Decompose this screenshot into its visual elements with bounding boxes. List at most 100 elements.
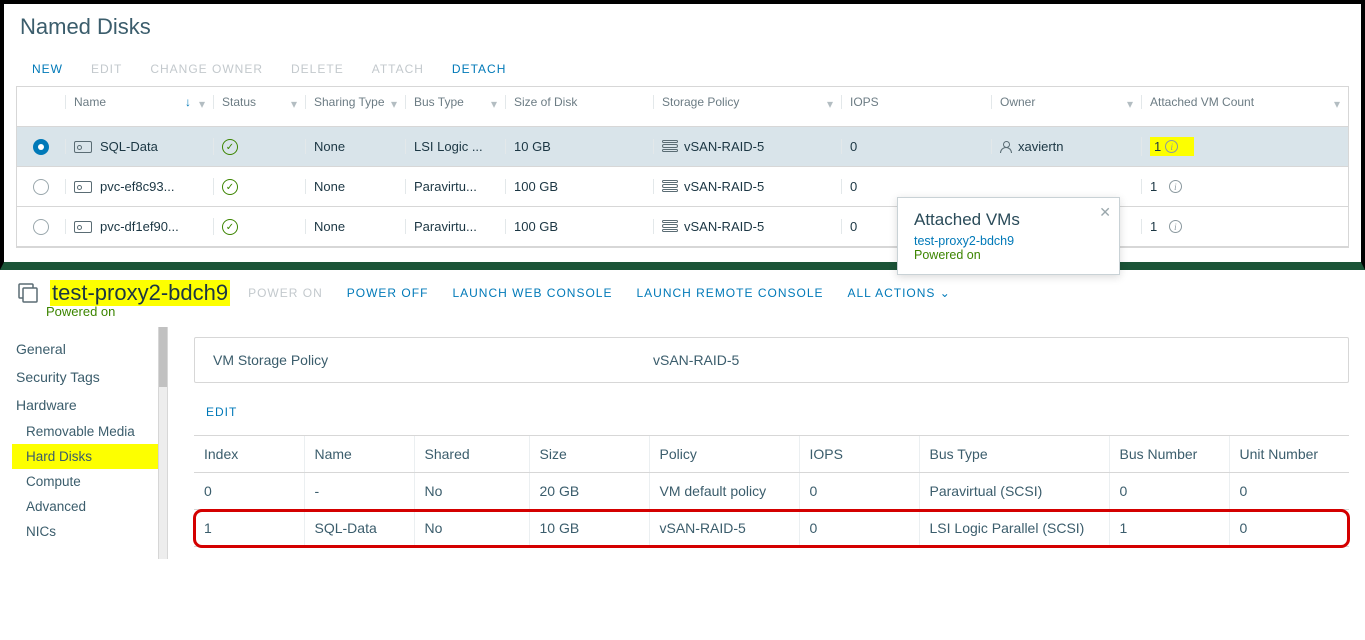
cell-index: 1: [194, 510, 304, 547]
cell-size: 10 GB: [514, 139, 551, 154]
cell-size: 100 GB: [514, 219, 558, 234]
popover-vm-link[interactable]: test-proxy2-bdch9: [914, 234, 1103, 248]
col-owner[interactable]: Owner: [1000, 95, 1035, 109]
named-disks-panel: Named Disks NEW EDIT CHANGE OWNER DELETE…: [0, 0, 1365, 270]
col-unit[interactable]: Unit Number: [1229, 436, 1349, 473]
filter-icon[interactable]: ▾: [1127, 97, 1133, 111]
edit-button[interactable]: EDIT: [194, 383, 243, 435]
info-icon[interactable]: i: [1169, 220, 1182, 233]
vm-main: VM Storage Policy vSAN-RAID-5 EDIT Index…: [168, 327, 1365, 559]
filter-icon[interactable]: ▾: [199, 97, 205, 111]
cell-sharing: None: [314, 219, 345, 234]
popover-vm-state: Powered on: [914, 248, 1103, 262]
table-row[interactable]: SQL-Data ✓ None LSI Logic ... 10 GB vSAN…: [17, 127, 1348, 167]
col-shared[interactable]: Shared: [414, 436, 529, 473]
row-radio[interactable]: [33, 139, 49, 155]
detach-button[interactable]: DETACH: [452, 62, 506, 76]
action-bar: NEW EDIT CHANGE OWNER DELETE ATTACH DETA…: [4, 46, 1361, 86]
hd-row[interactable]: 1 SQL-Data No 10 GB vSAN-RAID-5 0 LSI Lo…: [194, 510, 1349, 547]
cell-policy: vSAN-RAID-5: [684, 179, 764, 194]
col-status[interactable]: Status: [222, 95, 256, 109]
panel-title: Named Disks: [4, 4, 1361, 46]
col-index[interactable]: Index: [194, 436, 304, 473]
col-name[interactable]: Name: [304, 436, 414, 473]
filter-icon[interactable]: ▾: [491, 97, 497, 111]
col-policy[interactable]: Policy: [649, 436, 799, 473]
vm-panel: test-proxy2-bdch9 POWER ON POWER OFF LAU…: [0, 270, 1365, 559]
vm-title: test-proxy2-bdch9: [50, 280, 230, 306]
cell-policy: vSAN-RAID-5: [684, 219, 764, 234]
col-sharing[interactable]: Sharing Type: [314, 95, 385, 109]
sidebar-item-nics[interactable]: NICs: [12, 519, 167, 544]
cell-policy: VM default policy: [649, 473, 799, 510]
col-busnum[interactable]: Bus Number: [1109, 436, 1229, 473]
filter-icon[interactable]: ▾: [291, 97, 297, 111]
info-icon[interactable]: i: [1165, 140, 1178, 153]
disk-icon: [74, 141, 92, 153]
new-button[interactable]: NEW: [32, 62, 63, 76]
power-on-button: POWER ON: [248, 286, 323, 300]
col-bus[interactable]: Bus Type: [414, 95, 464, 109]
chevron-down-icon: ⌄: [940, 286, 951, 300]
filter-icon[interactable]: ▾: [391, 97, 397, 111]
cell-name: pvc-df1ef90...: [100, 219, 179, 234]
sidebar-item-advanced[interactable]: Advanced: [12, 494, 167, 519]
cell-iops: 0: [850, 179, 857, 194]
power-off-button[interactable]: POWER OFF: [347, 286, 429, 300]
row-radio[interactable]: [33, 179, 49, 195]
delete-button: DELETE: [291, 62, 344, 76]
col-iops[interactable]: IOPS: [799, 436, 919, 473]
close-icon[interactable]: ✕: [1099, 204, 1111, 221]
hard-disks-table: Index Name Shared Size Policy IOPS Bus T…: [194, 435, 1349, 547]
vm-power-state: Powered on: [0, 304, 1365, 319]
sidebar-item-general[interactable]: General: [12, 335, 167, 363]
cell-shared: No: [414, 510, 529, 547]
launch-web-console-button[interactable]: LAUNCH WEB CONSOLE: [452, 286, 612, 300]
table-row[interactable]: pvc-ef8c93... ✓ None Paravirtu... 100 GB…: [17, 167, 1348, 207]
sidebar-item-compute[interactable]: Compute: [12, 469, 167, 494]
cell-size: 10 GB: [529, 510, 649, 547]
all-actions-button[interactable]: ALL ACTIONS ⌄: [848, 286, 951, 300]
col-name[interactable]: Name: [74, 95, 106, 109]
table-row[interactable]: pvc-df1ef90... ✓ None Paravirtu... 100 G…: [17, 207, 1348, 247]
cell-unit: 0: [1229, 473, 1349, 510]
cell-size: 100 GB: [514, 179, 558, 194]
cell-busnum: 1: [1109, 510, 1229, 547]
col-size[interactable]: Size of Disk: [514, 95, 577, 109]
edit-button: EDIT: [91, 62, 122, 76]
cell-iops: 0: [850, 219, 857, 234]
status-ok-icon: ✓: [222, 139, 238, 155]
cell-index: 0: [194, 473, 304, 510]
status-ok-icon: ✓: [222, 179, 238, 195]
info-icon[interactable]: i: [1169, 180, 1182, 193]
sidebar-item-hard-disks[interactable]: Hard Disks: [12, 444, 167, 469]
cell-iops: 0: [799, 510, 919, 547]
cell-bus: Paravirtu...: [414, 179, 477, 194]
vm-body: General Security Tags Hardware Removable…: [0, 327, 1365, 559]
row-radio[interactable]: [33, 219, 49, 235]
col-attached[interactable]: Attached VM Count: [1150, 95, 1254, 109]
hd-header-row: Index Name Shared Size Policy IOPS Bus T…: [194, 436, 1349, 473]
popover-title: Attached VMs: [914, 210, 1103, 230]
disk-icon: [74, 181, 92, 193]
col-bus[interactable]: Bus Type: [919, 436, 1109, 473]
cell-name: pvc-ef8c93...: [100, 179, 174, 194]
cell-unit: 0: [1229, 510, 1349, 547]
col-iops[interactable]: IOPS: [850, 95, 879, 109]
cell-name: SQL-Data: [304, 510, 414, 547]
sidebar-item-security[interactable]: Security Tags: [12, 363, 167, 391]
vm-actions: POWER ON POWER OFF LAUNCH WEB CONSOLE LA…: [240, 286, 951, 300]
user-icon: [1000, 141, 1012, 153]
col-policy[interactable]: Storage Policy: [662, 95, 739, 109]
policy-label: VM Storage Policy: [213, 352, 653, 368]
hd-row[interactable]: 0 - No 20 GB VM default policy 0 Paravir…: [194, 473, 1349, 510]
filter-icon[interactable]: ▾: [827, 97, 833, 111]
col-size[interactable]: Size: [529, 436, 649, 473]
sidebar-item-hardware[interactable]: Hardware: [12, 391, 167, 419]
launch-remote-console-button[interactable]: LAUNCH REMOTE CONSOLE: [636, 286, 823, 300]
cell-attached: 1: [1154, 139, 1161, 154]
filter-icon[interactable]: ▾: [1334, 97, 1340, 111]
sidebar-item-removable[interactable]: Removable Media: [12, 419, 167, 444]
cell-attached: 1: [1150, 219, 1157, 234]
scrollbar-thumb[interactable]: [159, 327, 167, 387]
